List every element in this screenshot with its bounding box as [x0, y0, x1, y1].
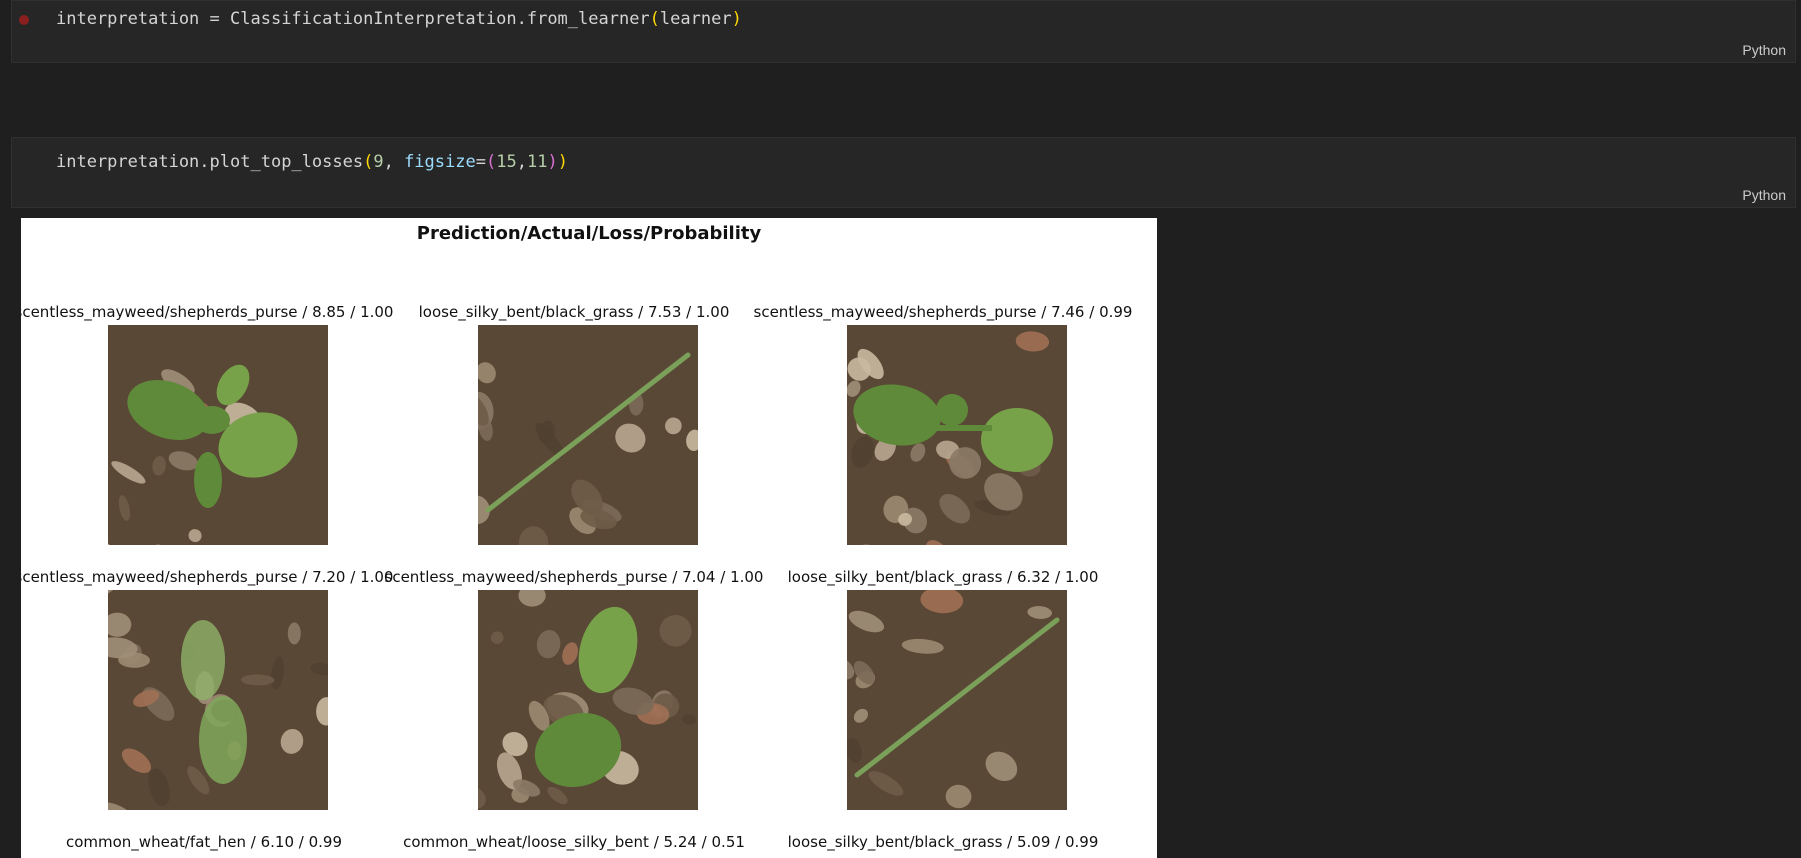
code-token: ): [547, 152, 557, 172]
execution-status-dot: [19, 15, 29, 25]
code-cell-1[interactable]: interpretation = ClassificationInterpret…: [11, 0, 1796, 63]
code-line[interactable]: interpretation.plot_top_losses(9, figsiz…: [56, 152, 568, 172]
cell-language-badge[interactable]: Python: [1742, 187, 1786, 203]
code-token: 9: [373, 152, 383, 172]
code-token: ): [732, 9, 742, 29]
code-token: =: [199, 9, 230, 29]
seedling-image: [108, 590, 328, 810]
cell-output-figure: Prediction/Actual/Loss/Probability scent…: [21, 218, 1157, 858]
code-token: =: [476, 152, 486, 172]
seedling-image: [847, 590, 1067, 810]
code-token: .: [517, 9, 527, 29]
code-token: interpretation: [56, 152, 199, 172]
cell-language-badge[interactable]: Python: [1742, 42, 1786, 58]
code-token: (: [650, 9, 660, 29]
figure-title: Prediction/Actual/Loss/Probability: [21, 223, 1157, 244]
code-cell-2[interactable]: interpretation.plot_top_losses(9, figsiz…: [11, 137, 1796, 208]
code-token: from_learner: [527, 9, 650, 29]
code-token: ): [558, 152, 568, 172]
code-token: ClassificationInterpretation: [230, 9, 517, 29]
subplot-title: loose_silky_bent/black_grass / 6.32 / 1.…: [718, 568, 1157, 586]
code-token: interpretation: [56, 9, 199, 29]
code-token: (: [363, 152, 373, 172]
code-token: figsize: [404, 152, 476, 172]
subplot-title: loose_silky_bent/black_grass / 5.09 / 0.…: [718, 833, 1157, 851]
code-token: 11: [527, 152, 547, 172]
seedling-image: [108, 325, 328, 545]
code-token: .: [199, 152, 209, 172]
subplot-title: scentless_mayweed/shepherds_purse / 7.46…: [718, 303, 1157, 321]
code-token: plot_top_losses: [210, 152, 364, 172]
code-line[interactable]: interpretation = ClassificationInterpret…: [56, 9, 742, 29]
code-token: (: [486, 152, 496, 172]
seedling-image: [478, 325, 698, 545]
code-token: ,: [517, 152, 527, 172]
code-token: 15: [496, 152, 516, 172]
seedling-image: [847, 325, 1067, 545]
seedling-image: [478, 590, 698, 810]
code-token: ,: [384, 152, 404, 172]
code-token: learner: [660, 9, 732, 29]
